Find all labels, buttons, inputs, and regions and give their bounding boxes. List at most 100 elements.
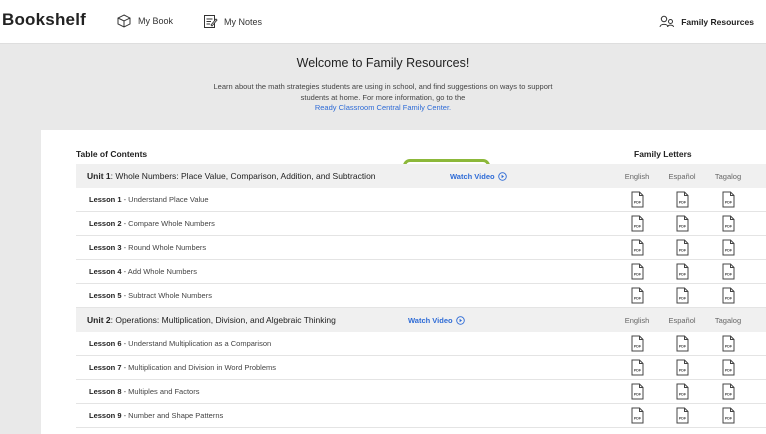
- unit-name: : Whole Numbers: Place Value, Comparison…: [110, 171, 376, 181]
- pdf-download-icon[interactable]: PDF: [675, 383, 690, 405]
- unit-number: Unit 2: [87, 315, 111, 325]
- family-resources-link[interactable]: Family Resources: [659, 15, 754, 28]
- watch-video-link[interactable]: Watch Video: [450, 172, 507, 181]
- unit-row: Unit 1: Whole Numbers: Place Value, Comp…: [76, 164, 766, 188]
- language-column-header: English: [624, 171, 650, 181]
- watch-video-link[interactable]: Watch Video: [408, 316, 465, 325]
- brand-title[interactable]: Bookshelf: [2, 10, 86, 30]
- welcome-section: Welcome to Family Resources! Learn about…: [0, 44, 766, 114]
- lesson-number: Lesson 8: [89, 387, 122, 396]
- pdf-label: PDF: [634, 417, 642, 421]
- lesson-title[interactable]: Lesson 4 - Add Whole Numbers: [89, 267, 197, 276]
- pdf-label: PDF: [634, 369, 642, 373]
- language-column-header: English: [624, 315, 650, 325]
- pdf-download-icon[interactable]: PDF: [721, 263, 736, 285]
- my-book-link[interactable]: My Book: [116, 14, 173, 28]
- lesson-title[interactable]: Lesson 2 - Compare Whole Numbers: [89, 219, 215, 228]
- pdf-download-icon[interactable]: PDF: [721, 239, 736, 261]
- lesson-number: Lesson 3: [89, 243, 122, 252]
- lesson-row: Lesson 6 - Understand Multiplication as …: [76, 332, 766, 356]
- pdf-download-icon[interactable]: PDF: [675, 359, 690, 381]
- welcome-text: Learn about the math strategies students…: [213, 82, 553, 102]
- pdf-label: PDF: [725, 417, 733, 421]
- unit-title: Unit 2: Operations: Multiplication, Divi…: [87, 315, 336, 325]
- welcome-title: Welcome to Family Resources!: [296, 56, 470, 70]
- lesson-number: Lesson 4: [89, 267, 122, 276]
- pdf-label: PDF: [679, 369, 687, 373]
- lesson-title[interactable]: Lesson 5 - Subtract Whole Numbers: [89, 291, 212, 300]
- lesson-row: Lesson 8 - Multiples and Factors PDF PDF PD…: [76, 380, 766, 404]
- pdf-download-icon[interactable]: PDF: [675, 239, 690, 261]
- pdf-download-icon[interactable]: PDF: [630, 191, 645, 213]
- pdf-download-icon[interactable]: PDF: [630, 215, 645, 237]
- lesson-title[interactable]: Lesson 6 - Understand Multiplication as …: [89, 339, 271, 348]
- lesson-number: Lesson 1: [89, 195, 122, 204]
- my-book-label: My Book: [138, 16, 174, 26]
- pdf-label: PDF: [679, 417, 687, 421]
- pdf-download-icon[interactable]: PDF: [675, 263, 690, 285]
- lesson-row: Lesson 1 - Understand Place Value PDF PDF P…: [76, 188, 766, 212]
- language-column-header: Español: [668, 315, 696, 325]
- pdf-download-icon[interactable]: PDF: [630, 287, 645, 309]
- pdf-download-icon[interactable]: PDF: [721, 191, 736, 213]
- content-panel: Table of Contents Family Letters Unit 1:…: [41, 130, 766, 434]
- language-column-header: Español: [668, 171, 696, 181]
- my-notes-label: My Notes: [224, 16, 263, 27]
- pdf-download-icon[interactable]: PDF: [675, 191, 690, 213]
- lesson-name: - Multiples and Factors: [121, 387, 200, 396]
- pdf-label: PDF: [679, 225, 687, 229]
- lesson-title[interactable]: Lesson 3 - Round Whole Numbers: [89, 243, 206, 252]
- pdf-download-icon[interactable]: PDF: [675, 287, 690, 309]
- pdf-download-icon[interactable]: PDF: [675, 407, 690, 429]
- pdf-label: PDF: [679, 345, 687, 349]
- pdf-label: PDF: [634, 201, 642, 205]
- pdf-download-icon[interactable]: PDF: [721, 359, 736, 381]
- pdf-download-icon[interactable]: PDF: [630, 359, 645, 381]
- family-center-link[interactable]: Ready Classroom Central Family Center.: [213, 103, 553, 114]
- pdf-label: PDF: [634, 225, 642, 229]
- pdf-download-icon[interactable]: PDF: [721, 287, 736, 309]
- lesson-name: - Understand Multiplication as a Compari…: [121, 339, 272, 348]
- pdf-label: PDF: [725, 273, 733, 277]
- pdf-download-icon[interactable]: PDF: [630, 263, 645, 285]
- pdf-label: PDF: [634, 345, 642, 349]
- pdf-download-icon[interactable]: PDF: [721, 383, 736, 405]
- pdf-label: PDF: [679, 273, 687, 277]
- pdf-download-icon[interactable]: PDF: [630, 407, 645, 429]
- lesson-name: - Add Whole Numbers: [121, 267, 197, 276]
- pdf-download-icon[interactable]: PDF: [630, 383, 645, 405]
- lesson-number: Lesson 9: [89, 411, 122, 420]
- pdf-download-icon[interactable]: PDF: [675, 335, 690, 357]
- my-notes-link[interactable]: My Notes: [203, 14, 262, 29]
- lesson-name: - Compare Whole Numbers: [121, 219, 215, 228]
- lesson-name: - Number and Shape Patterns: [121, 411, 224, 420]
- unit-number: Unit 1: [87, 171, 111, 181]
- book-cube-icon: [117, 14, 131, 28]
- pdf-label: PDF: [679, 393, 687, 397]
- pdf-download-icon[interactable]: PDF: [675, 215, 690, 237]
- lesson-title[interactable]: Lesson 1 - Understand Place Value: [89, 195, 209, 204]
- pdf-download-icon[interactable]: PDF: [630, 335, 645, 357]
- lesson-title[interactable]: Lesson 7 - Multiplication and Division i…: [89, 363, 276, 372]
- table-of-contents-heading: Table of Contents: [76, 149, 148, 159]
- pdf-download-icon[interactable]: PDF: [721, 407, 736, 429]
- lesson-row: Lesson 3 - Round Whole Numbers PDF PDF PDF: [76, 236, 766, 260]
- top-bar: Bookshelf My Book My Notes Family Resour…: [0, 0, 766, 44]
- family-letters-heading: Family Letters: [634, 149, 692, 159]
- unit-title: Unit 1: Whole Numbers: Place Value, Comp…: [87, 171, 376, 181]
- lesson-name: - Round Whole Numbers: [121, 243, 207, 252]
- pdf-download-icon[interactable]: PDF: [721, 335, 736, 357]
- family-resources-label: Family Resources: [681, 16, 754, 27]
- lesson-number: Lesson 7: [89, 363, 122, 372]
- pdf-label: PDF: [634, 273, 642, 277]
- language-column-header: Tagalog: [714, 315, 742, 325]
- pdf-label: PDF: [634, 297, 642, 301]
- pdf-download-icon[interactable]: PDF: [630, 239, 645, 261]
- lesson-row: Lesson 7 - Multiplication and Division i…: [76, 356, 766, 380]
- play-circle-icon: [455, 315, 465, 325]
- lesson-title[interactable]: Lesson 9 - Number and Shape Patterns: [89, 411, 223, 420]
- notes-icon: [204, 15, 218, 28]
- pdf-download-icon[interactable]: PDF: [721, 215, 736, 237]
- lesson-title[interactable]: Lesson 8 - Multiples and Factors: [89, 387, 199, 396]
- pdf-label: PDF: [679, 201, 687, 205]
